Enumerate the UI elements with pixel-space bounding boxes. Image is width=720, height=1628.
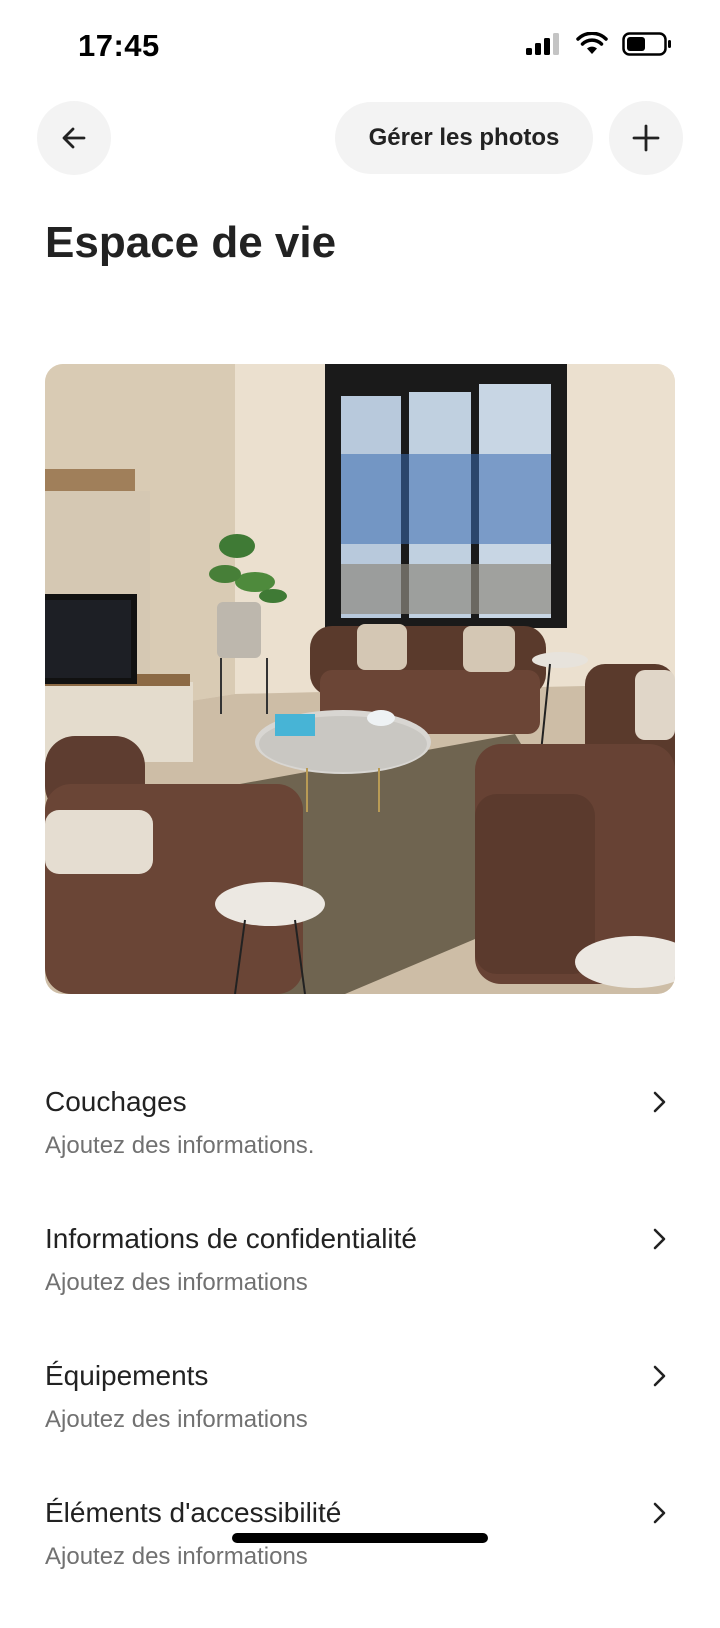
back-button[interactable] bbox=[37, 101, 111, 175]
chevron-right-icon bbox=[653, 1091, 666, 1113]
page-title: Espace de vie bbox=[45, 218, 337, 267]
info-rows: Couchages Ajoutez des informations. Info… bbox=[45, 1080, 675, 1628]
status-time: 17:45 bbox=[78, 28, 160, 63]
cellular-signal-icon bbox=[526, 33, 559, 55]
row-title: Éléments d'accessibilité bbox=[45, 1497, 342, 1528]
battery-icon bbox=[622, 32, 671, 56]
plus-icon bbox=[632, 124, 660, 152]
chevron-right-icon bbox=[653, 1365, 666, 1387]
row-title: Couchages bbox=[45, 1086, 187, 1117]
row-equipements[interactable]: Équipements Ajoutez des informations bbox=[45, 1354, 675, 1491]
chevron-right-icon bbox=[653, 1502, 666, 1524]
row-title: Équipements bbox=[45, 1360, 209, 1391]
row-couchages[interactable]: Couchages Ajoutez des informations. bbox=[45, 1080, 675, 1217]
row-confidentialite[interactable]: Informations de confidentialité Ajoutez … bbox=[45, 1217, 675, 1354]
home-indicator bbox=[232, 1533, 488, 1543]
status-icons bbox=[526, 32, 672, 56]
living-room-photo[interactable] bbox=[45, 364, 675, 994]
add-photo-button[interactable] bbox=[609, 101, 683, 175]
row-accessibilite[interactable]: Éléments d'accessibilité Ajoutez des inf… bbox=[45, 1491, 675, 1628]
row-subtitle: Ajoutez des informations bbox=[45, 1543, 308, 1570]
wifi-icon bbox=[576, 32, 608, 54]
row-title: Informations de confidentialité bbox=[45, 1223, 417, 1254]
chevron-right-icon bbox=[653, 1228, 666, 1250]
arrow-left-icon bbox=[62, 127, 86, 149]
row-subtitle: Ajoutez des informations bbox=[45, 1269, 308, 1296]
manage-photos-button[interactable]: Gérer les photos bbox=[335, 102, 593, 174]
row-subtitle: Ajoutez des informations bbox=[45, 1406, 308, 1433]
row-subtitle: Ajoutez des informations. bbox=[45, 1132, 315, 1159]
status-bar: 17:45 bbox=[0, 0, 720, 90]
